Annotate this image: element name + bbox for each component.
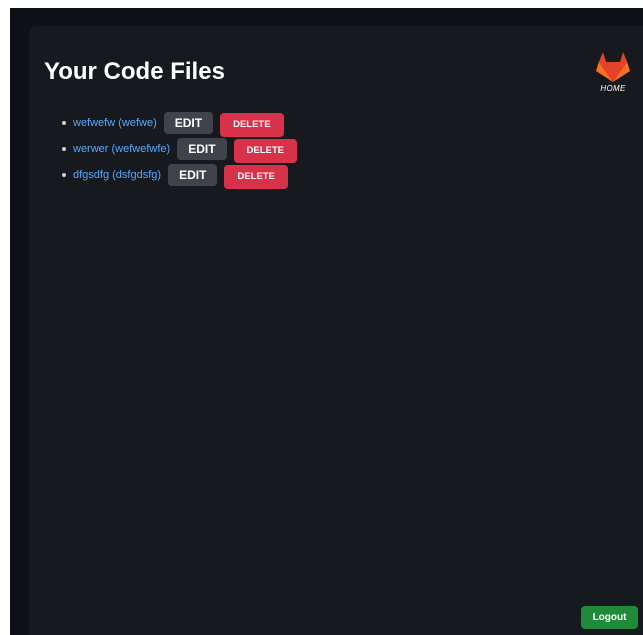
app-background: Your Code Files HOME wefwefw (wefwe) EDI… (10, 8, 643, 635)
home-link[interactable]: HOME (595, 50, 631, 94)
bullet-icon (62, 173, 66, 177)
file-link[interactable]: wefwefw (wefwe) (73, 117, 157, 129)
page-title: Your Code Files (44, 58, 225, 85)
main-panel: Your Code Files HOME wefwefw (wefwe) EDI… (29, 26, 643, 635)
edit-button[interactable]: EDIT (177, 138, 227, 160)
list-item: dfgsdfg (dsfgdsfg) EDIT DELETE (62, 162, 297, 189)
gitlab-fox-icon (595, 50, 631, 84)
delete-button[interactable]: DELETE (220, 112, 284, 137)
bullet-icon (62, 147, 66, 151)
bullet-icon (62, 121, 66, 125)
list-item: wefwefw (wefwe) EDIT DELETE (62, 110, 297, 137)
file-link[interactable]: werwer (wefwefwfe) (73, 143, 170, 155)
delete-button[interactable]: DELETE (224, 164, 288, 189)
code-file-list: wefwefw (wefwe) EDIT DELETE werwer (wefw… (62, 110, 298, 189)
list-item: werwer (wefwefwfe) EDIT DELETE (62, 136, 298, 163)
delete-button[interactable]: DELETE (233, 138, 298, 163)
file-link[interactable]: dfgsdfg (dsfgdsfg) (73, 169, 161, 181)
logout-button[interactable]: Logout (581, 606, 638, 629)
edit-button[interactable]: EDIT (163, 112, 214, 134)
home-label: HOME (600, 84, 626, 93)
edit-button[interactable]: EDIT (168, 164, 218, 186)
